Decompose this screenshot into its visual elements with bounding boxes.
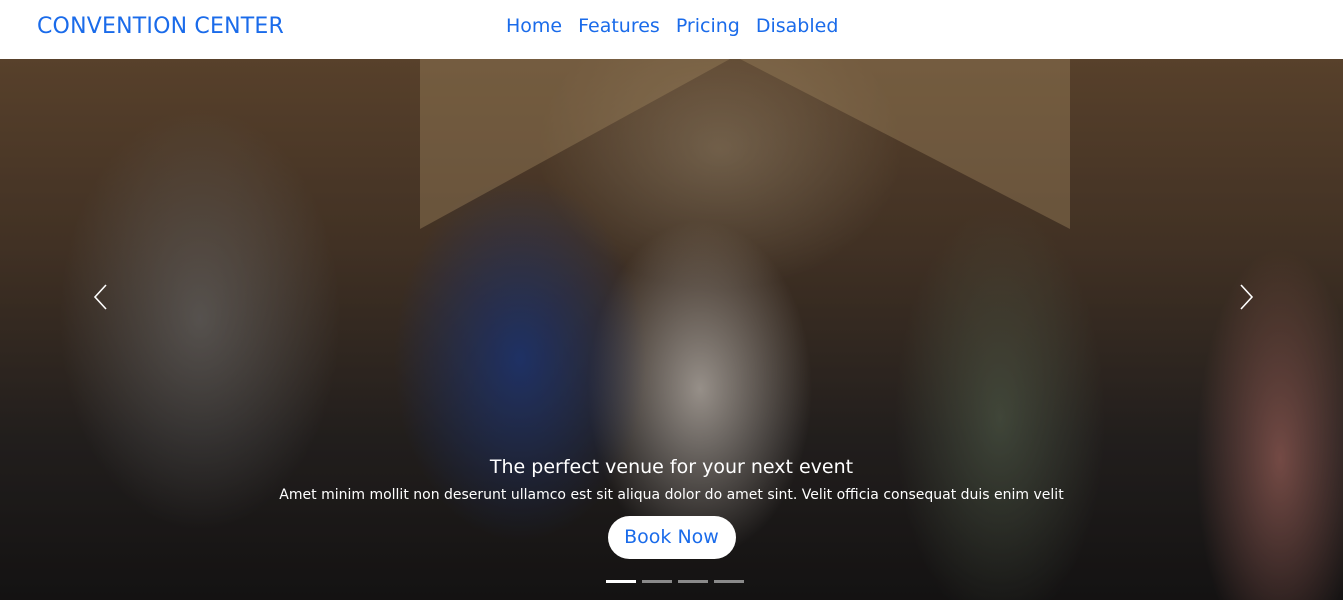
carousel-indicator-2[interactable]	[642, 580, 672, 583]
nav-link-disabled[interactable]: Disabled	[756, 15, 839, 37]
nav-links: Home Features Pricing Disabled	[506, 15, 838, 37]
top-navbar: CONVENTION CENTER Home Features Pricing …	[0, 0, 1343, 59]
brand-logo-link[interactable]: CONVENTION CENTER	[37, 14, 284, 39]
carousel-caption: The perfect venue for your next event Am…	[0, 454, 1343, 559]
nav-link-home[interactable]: Home	[506, 15, 562, 37]
nav-link-features[interactable]: Features	[578, 15, 660, 37]
book-now-button[interactable]: Book Now	[607, 516, 736, 559]
caption-text: Amet minim mollit non deserunt ullamco e…	[279, 487, 1064, 503]
chevron-right-icon	[1240, 284, 1254, 310]
carousel-next-button[interactable]	[1227, 277, 1267, 317]
nav-link-pricing[interactable]: Pricing	[676, 15, 740, 37]
hero-carousel: The perfect venue for your next event Am…	[0, 59, 1343, 600]
carousel-indicator-4[interactable]	[714, 580, 744, 583]
carousel-indicator-1[interactable]	[606, 580, 636, 583]
caption-title: The perfect venue for your next event	[489, 456, 854, 478]
carousel-indicator-3[interactable]	[678, 580, 708, 583]
carousel-prev-button[interactable]	[80, 277, 120, 317]
chevron-left-icon	[93, 284, 107, 310]
carousel-indicators	[606, 580, 744, 583]
